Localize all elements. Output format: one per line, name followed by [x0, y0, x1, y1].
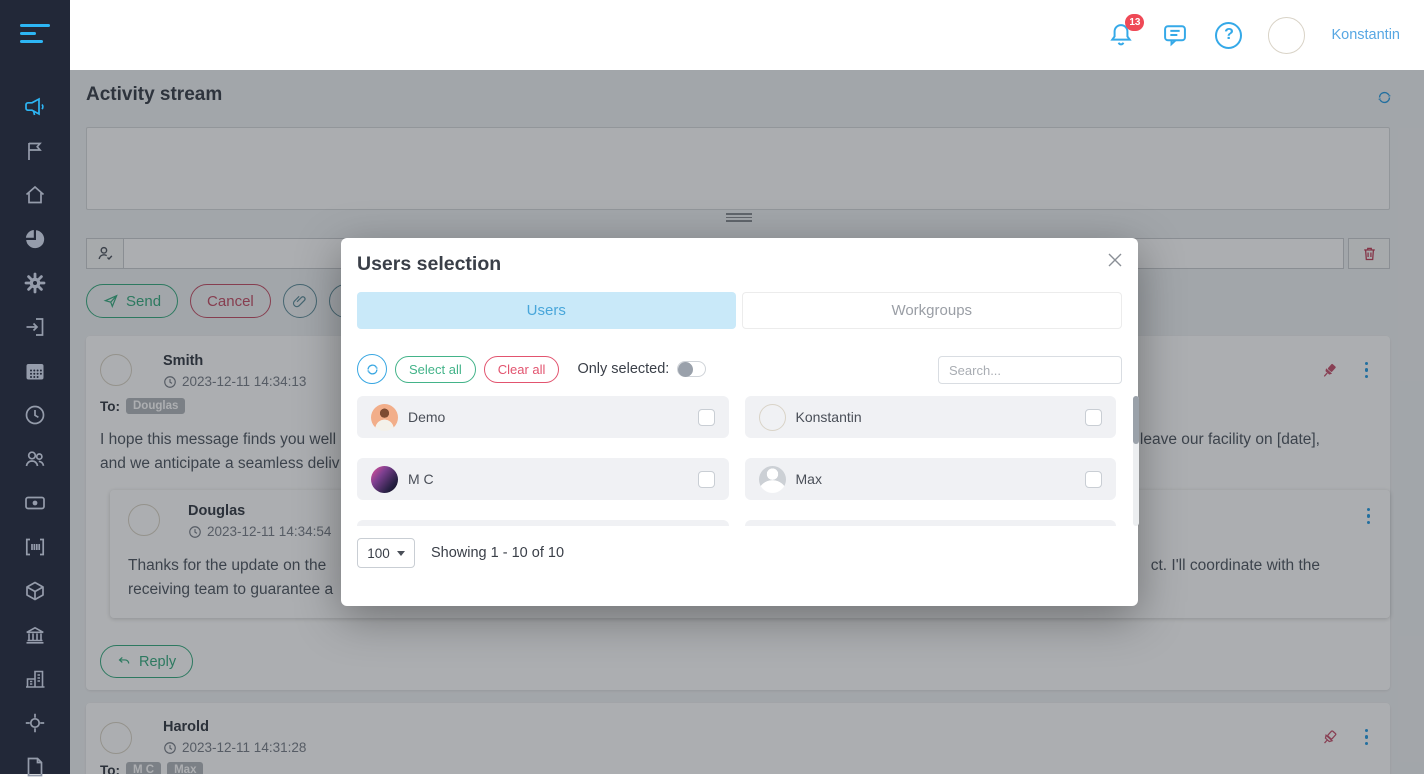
user-list-item[interactable] [357, 520, 729, 526]
list-refresh-button[interactable] [357, 354, 387, 384]
topbar: 13 ? Konstantin [70, 0, 1424, 70]
sidebar-item-bank[interactable] [23, 623, 47, 647]
document-icon [23, 755, 47, 779]
sidebar-item-home[interactable] [23, 183, 47, 207]
sidebar-item-payments[interactable] [23, 491, 47, 515]
flag-icon [23, 139, 47, 163]
sidebar-item-barcode[interactable] [23, 535, 47, 559]
modal-toolbar: Select all Clear all Only selected: [357, 354, 706, 384]
sidebar-item-settings[interactable] [23, 271, 47, 295]
user-checkbox[interactable] [698, 471, 715, 488]
help-button[interactable]: ? [1215, 22, 1242, 49]
user-avatar[interactable] [1268, 17, 1305, 54]
sidebar-item-company[interactable] [23, 667, 47, 691]
tab-users[interactable]: Users [357, 292, 736, 329]
close-icon [1106, 251, 1124, 269]
refresh-icon [365, 362, 380, 377]
sidebar-item-documents[interactable] [23, 755, 47, 779]
calendar-icon [23, 359, 47, 383]
sign-in-icon [23, 315, 47, 339]
users-icon [23, 447, 47, 471]
home-icon [23, 183, 47, 207]
scrollbar-thumb[interactable] [1133, 396, 1139, 444]
sidebar-item-products[interactable] [23, 579, 47, 603]
user-name-label: Max [796, 471, 822, 487]
menu-toggle-button[interactable] [20, 24, 50, 43]
cube-icon [23, 579, 47, 603]
messenger-button[interactable] [1161, 21, 1189, 49]
user-list-item[interactable] [745, 520, 1117, 526]
tab-workgroups[interactable]: Workgroups [742, 292, 1123, 329]
sidebar-item-employees[interactable] [23, 447, 47, 471]
clear-all-button[interactable]: Clear all [484, 356, 560, 383]
select-all-button[interactable]: Select all [395, 356, 476, 383]
notification-count-badge: 13 [1125, 14, 1144, 31]
gear-icon [23, 271, 47, 295]
user-list-scrollbar[interactable] [1133, 396, 1139, 526]
sidebar-item-sign-in[interactable] [23, 315, 47, 339]
chat-icon [1161, 21, 1189, 49]
user-checkbox[interactable] [1085, 471, 1102, 488]
clock-icon [23, 403, 47, 427]
user-name-label: Demo [408, 409, 445, 425]
sidebar-nav [23, 95, 47, 779]
user-checkbox[interactable] [698, 409, 715, 426]
notifications-button[interactable]: 13 [1107, 21, 1135, 49]
user-name-label: M C [408, 471, 434, 487]
sidebar [0, 0, 70, 774]
sidebar-item-calendar[interactable] [23, 359, 47, 383]
pie-chart-icon [23, 227, 47, 251]
user-list: Demo Konstantin M C Max [357, 396, 1116, 526]
banknote-icon [23, 491, 47, 515]
barcode-icon [23, 535, 47, 559]
only-selected-toggle[interactable] [677, 361, 706, 377]
help-icon: ? [1224, 26, 1234, 44]
user-search-input[interactable] [938, 356, 1122, 384]
sidebar-item-reports[interactable] [23, 227, 47, 251]
modal-title: Users selection [357, 253, 501, 276]
user-avatar [759, 466, 786, 493]
page-size-select[interactable]: 100 [357, 538, 415, 568]
user-name-label: Konstantin [796, 409, 862, 425]
user-list-item[interactable]: Konstantin [745, 396, 1117, 438]
modal-tabs: Users Workgroups [357, 292, 1122, 329]
sidebar-item-activity-stream[interactable] [23, 95, 47, 119]
user-list-item[interactable]: Demo [357, 396, 729, 438]
crosshair-icon [23, 711, 47, 735]
modal-close-button[interactable] [1106, 251, 1124, 269]
current-user-name[interactable]: Konstantin [1331, 27, 1400, 43]
user-list-item[interactable]: Max [745, 458, 1117, 500]
modal-footer: 100 Showing 1 - 10 of 10 [357, 538, 564, 568]
megaphone-icon [23, 95, 47, 119]
user-list-item[interactable]: M C [357, 458, 729, 500]
sidebar-item-time[interactable] [23, 403, 47, 427]
sidebar-item-flag[interactable] [23, 139, 47, 163]
user-avatar [759, 404, 786, 431]
user-checkbox[interactable] [1085, 409, 1102, 426]
sidebar-item-tracking[interactable] [23, 711, 47, 735]
users-selection-modal: Users selection Users Workgroups Select … [341, 238, 1138, 606]
bank-icon [23, 623, 47, 647]
user-avatar [371, 404, 398, 431]
only-selected-control: Only selected: [577, 361, 706, 377]
building-icon [23, 667, 47, 691]
pagination-summary: Showing 1 - 10 of 10 [431, 545, 564, 561]
user-avatar [371, 466, 398, 493]
chevron-down-icon [397, 551, 405, 556]
